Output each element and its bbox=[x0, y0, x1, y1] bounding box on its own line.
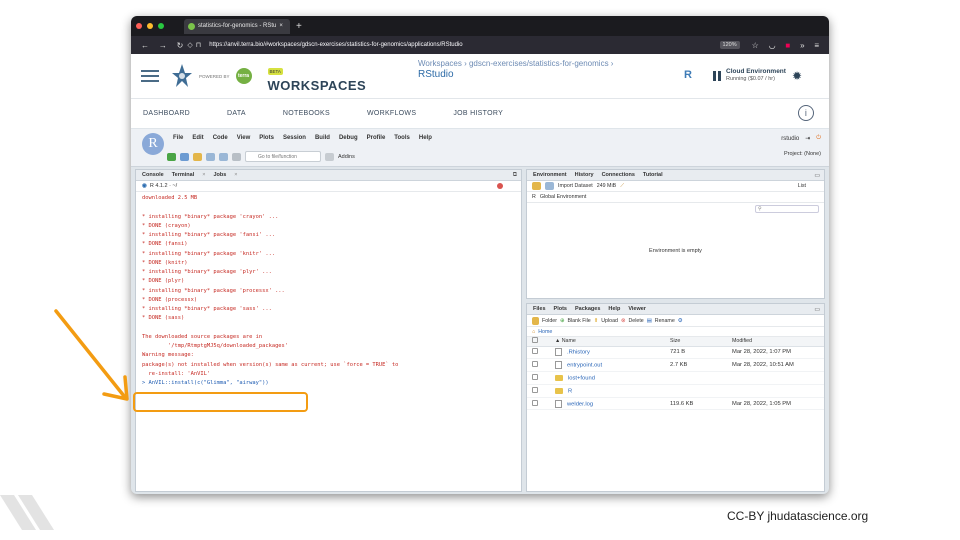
decorative-stripes bbox=[0, 495, 54, 530]
slide: statistics-for-genomics - RStu × + ← → ↻… bbox=[0, 0, 960, 540]
annotation-arrow-icon bbox=[54, 309, 129, 401]
credit-text: CC-BY jhudatascience.org bbox=[727, 509, 869, 523]
